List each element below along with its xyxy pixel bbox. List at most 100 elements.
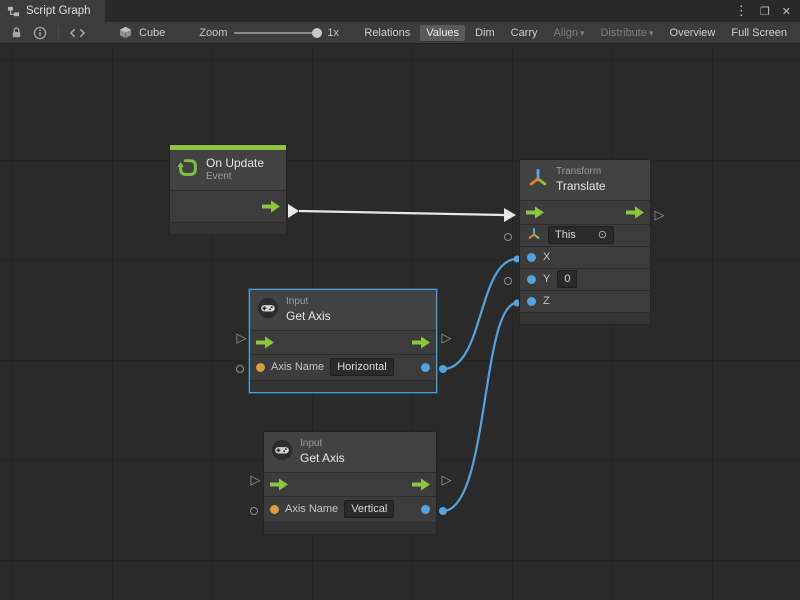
title-bar: Script Graph ⋮ ❐ ✕ — [0, 0, 800, 22]
flow-output-port[interactable] — [411, 478, 431, 491]
values-button[interactable]: Values — [420, 25, 465, 41]
dim-button[interactable]: Dim — [469, 25, 501, 41]
axis-name-row: Axis Name Vertical — [264, 496, 436, 522]
node-category: Input — [286, 296, 331, 309]
axis-name-row: Axis Name Horizontal — [250, 354, 436, 380]
node-header: Input Get Axis — [250, 290, 436, 330]
axis-icon — [527, 227, 541, 244]
param-label: Axis Name — [285, 503, 338, 515]
node-title: Translate — [556, 179, 606, 194]
value-output-port[interactable] — [421, 363, 430, 372]
unconnected-flow-input-triangle[interactable]: ▷ — [249, 473, 262, 486]
node-get-axis-horizontal[interactable]: Input Get Axis Axis Name Horizontal — [250, 290, 436, 392]
unconnected-y-port-circle[interactable] — [504, 277, 512, 285]
zoom-slider-handle[interactable] — [312, 28, 322, 38]
align-dropdown[interactable]: Align▾ — [548, 25, 591, 41]
node-footer — [520, 312, 650, 324]
node-title: On Update — [206, 156, 264, 171]
wire-start-dot[interactable] — [439, 507, 447, 515]
unconnected-flow-output-triangle[interactable]: ▷ — [653, 208, 666, 221]
unconnected-string-port-circle[interactable] — [236, 365, 244, 373]
flow-port-row — [250, 330, 436, 354]
kebab-menu-icon[interactable]: ⋮ — [735, 3, 748, 19]
node-footer — [250, 380, 436, 392]
toolbar-buttons: Relations Values Dim Carry Align▾ Distri… — [358, 25, 793, 41]
wire-flow[interactable] — [299, 211, 504, 215]
graph-context[interactable]: Cube — [116, 24, 165, 42]
transform-icon — [527, 167, 549, 192]
flow-output-connected-triangle[interactable] — [288, 204, 299, 218]
node-title: Get Axis — [300, 451, 345, 466]
axis-name-field[interactable]: Vertical — [344, 500, 394, 518]
y-value-field[interactable]: 0 — [557, 270, 577, 288]
node-on-update[interactable]: On Update Event — [170, 145, 286, 234]
wire-value-horizontal-x[interactable] — [443, 259, 517, 369]
flow-wire-arrowhead — [504, 208, 516, 222]
node-header: Input Get Axis — [264, 432, 436, 472]
this-object-field[interactable]: This ⊙ — [548, 226, 614, 244]
on-update-icon — [177, 157, 199, 182]
z-port-label: Z — [543, 295, 550, 307]
zoom-slider[interactable] — [234, 32, 320, 34]
flow-input-port[interactable] — [255, 336, 275, 349]
param-label: Axis Name — [271, 361, 324, 373]
this-value: This — [555, 229, 576, 241]
y-value-port[interactable] — [527, 275, 536, 284]
wire-value-vertical-z[interactable] — [443, 303, 517, 511]
node-header: Transform Translate — [520, 160, 650, 200]
tab-script-graph[interactable]: Script Graph — [0, 0, 105, 22]
unconnected-flow-output-triangle[interactable]: ▷ — [440, 473, 453, 486]
toolbar-separator — [58, 26, 59, 40]
node-subtitle: Event — [206, 171, 264, 184]
flow-input-port[interactable] — [269, 478, 289, 491]
chevron-down-icon: ▾ — [580, 28, 585, 38]
relations-button[interactable]: Relations — [358, 25, 416, 41]
value-output-port[interactable] — [421, 505, 430, 514]
y-port-label: Y — [543, 273, 550, 285]
flow-output-port[interactable] — [411, 336, 431, 349]
zoom-value: 1x — [327, 27, 339, 39]
close-icon[interactable]: ✕ — [782, 5, 791, 18]
flow-input-port[interactable] — [525, 206, 545, 219]
fullscreen-button[interactable]: Full Screen — [725, 25, 793, 41]
zoom-label: Zoom — [199, 27, 227, 39]
distribute-dropdown[interactable]: Distribute▾ — [595, 25, 660, 41]
flow-port-row — [170, 190, 286, 222]
maximize-icon[interactable]: ❐ — [760, 5, 770, 18]
unconnected-flow-input-triangle[interactable]: ▷ — [235, 331, 248, 344]
node-title: Get Axis — [286, 309, 331, 324]
axis-name-field[interactable]: Horizontal — [330, 358, 394, 376]
info-icon[interactable] — [31, 24, 49, 42]
lock-icon[interactable] — [7, 24, 25, 42]
x-port-label: X — [543, 251, 550, 263]
unconnected-flow-output-triangle[interactable]: ▷ — [440, 331, 453, 344]
x-value-port[interactable] — [527, 253, 536, 262]
node-translate[interactable]: Transform Translate This ⊙ X — [520, 160, 650, 324]
flow-output-port[interactable] — [625, 206, 645, 219]
node-category: Transform — [556, 166, 606, 179]
string-input-port[interactable] — [256, 363, 265, 372]
z-value-port[interactable] — [527, 297, 536, 306]
gamepad-icon — [271, 439, 293, 464]
carry-button[interactable]: Carry — [505, 25, 544, 41]
node-footer — [264, 522, 436, 534]
string-input-port[interactable] — [270, 505, 279, 514]
code-icon[interactable] — [68, 24, 86, 42]
flow-port-row — [520, 200, 650, 224]
graph-canvas[interactable]: On Update Event Transform Translate — [0, 44, 800, 600]
tab-title: Script Graph — [26, 5, 91, 17]
gamepad-icon — [257, 297, 279, 322]
unconnected-this-port-circle[interactable] — [504, 233, 512, 241]
target-picker-icon[interactable]: ⊙ — [598, 229, 607, 241]
wire-start-dot[interactable] — [439, 365, 447, 373]
object-name: Cube — [139, 27, 165, 39]
unconnected-string-port-circle[interactable] — [250, 507, 258, 515]
flow-output-port[interactable] — [261, 200, 281, 213]
node-footer — [170, 222, 286, 234]
node-header: On Update Event — [170, 150, 286, 190]
y-port-row: Y 0 — [520, 268, 650, 290]
node-category: Input — [300, 438, 345, 451]
node-get-axis-vertical[interactable]: Input Get Axis Axis Name Vertical — [264, 432, 436, 534]
flow-port-row — [264, 472, 436, 496]
overview-button[interactable]: Overview — [664, 25, 722, 41]
